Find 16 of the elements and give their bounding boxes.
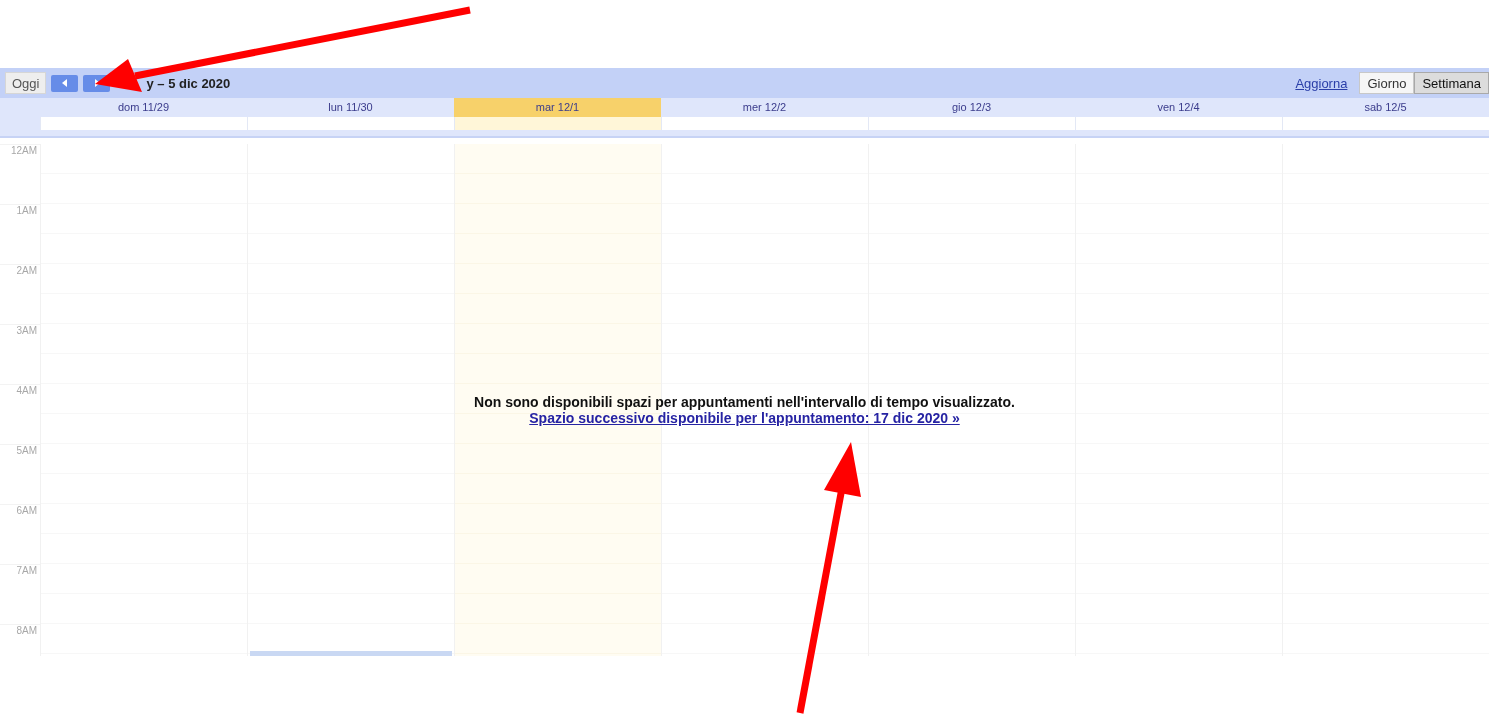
day-header: ven 12/4 bbox=[1156, 100, 1201, 115]
today-button[interactable]: Oggi bbox=[5, 72, 47, 94]
day-header: gio 12/3 bbox=[950, 100, 993, 115]
date-range: y – 5 dic 2020 bbox=[146, 75, 231, 91]
left-triangle-icon bbox=[61, 79, 68, 87]
day-header: mer 12/2 bbox=[741, 100, 788, 115]
day-header: lun 11/30 bbox=[327, 100, 374, 115]
notice-text: Non sono disponibili spazi per appuntamenti nell'intervallo di tempo visualizzato. bbox=[474, 394, 1015, 410]
day-header: dom 11/29 bbox=[116, 100, 171, 115]
refresh-link[interactable]: Aggiorna bbox=[1295, 75, 1348, 91]
next-slot-link[interactable]: Spazio successivo disponibile per l'appuntamento: 17 dic 2020 » bbox=[529, 410, 960, 426]
day-header: sab 12/5 bbox=[1363, 100, 1408, 115]
view-tab[interactable]: Giorno bbox=[1359, 72, 1415, 94]
view-tab[interactable]: Settimana bbox=[1414, 72, 1489, 94]
previous-button[interactable] bbox=[51, 74, 79, 92]
day-header: mar 12/1 bbox=[454, 98, 661, 117]
